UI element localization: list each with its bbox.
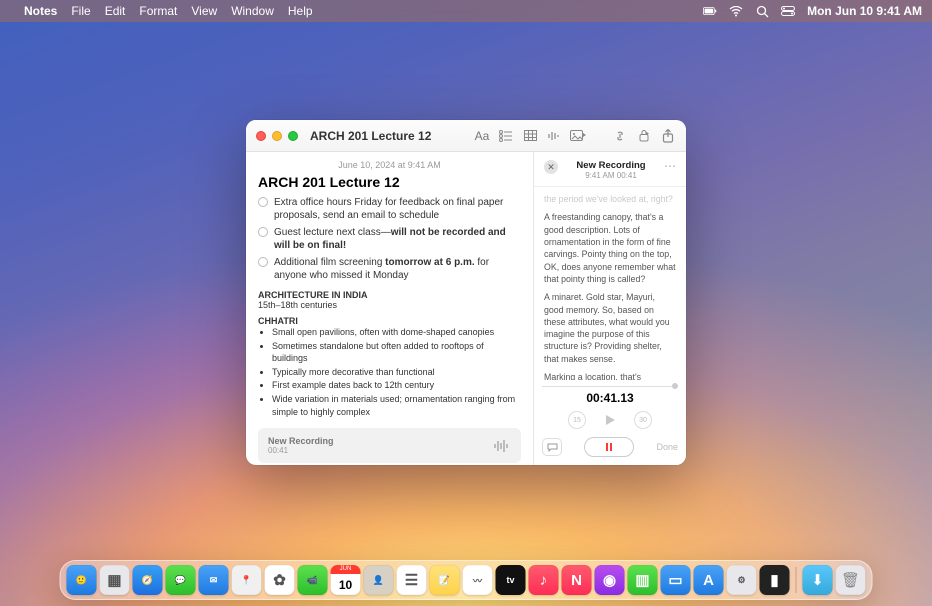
checkbox[interactable] [258, 227, 268, 237]
checklist-icon[interactable] [498, 128, 514, 144]
checklist-item-text: Guest lecture next class—will not be rec… [274, 226, 521, 252]
wifi-icon[interactable] [729, 4, 743, 18]
dock-downloads[interactable]: ⬇︎ [803, 565, 833, 595]
dock-safari[interactable]: 🧭 [133, 565, 163, 595]
dock-tv[interactable]: tv [496, 565, 526, 595]
waveform-icon [493, 439, 511, 453]
play-button[interactable] [604, 414, 616, 426]
recording-meta: 9:41 AM 00:41 [564, 171, 658, 180]
done-button[interactable]: Done [656, 442, 678, 452]
attachment-name: New Recording [268, 436, 485, 446]
spotlight-icon[interactable] [755, 4, 769, 18]
recording-more-icon[interactable]: ⋯ [664, 160, 676, 172]
dock-numbers[interactable]: ▥ [628, 565, 658, 595]
window-close-button[interactable] [256, 131, 266, 141]
dock-contacts[interactable]: 👤 [364, 565, 394, 595]
pause-recording-button[interactable] [584, 437, 634, 457]
menu-edit[interactable]: Edit [105, 4, 126, 18]
bullet-item: Small open pavilions, often with dome-sh… [272, 326, 521, 339]
recording-name: New Recording [564, 160, 658, 171]
checklist-item-text: Additional film screening tomorrow at 6 … [274, 256, 521, 282]
bullet-item: First example dates back to 12th century [272, 379, 521, 392]
dock-facetime[interactable]: 📹 [298, 565, 328, 595]
notes-window: ARCH 201 Lecture 12 Aa [246, 120, 686, 465]
recording-close-button[interactable]: ✕ [544, 160, 558, 174]
dock-settings[interactable]: ⚙︎ [727, 565, 757, 595]
link-icon[interactable] [612, 128, 628, 144]
menubar-datetime[interactable]: Mon Jun 10 9:41 AM [807, 4, 922, 18]
checkbox[interactable] [258, 257, 268, 267]
recording-transcript[interactable]: the period we've looked at, right? A fre… [534, 187, 686, 380]
dock-maps[interactable]: 📍 [232, 565, 262, 595]
media-icon[interactable] [570, 128, 586, 144]
dock-photos[interactable]: ✿ [265, 565, 295, 595]
transcript-paragraph: Marking a location, that's interesting. … [544, 371, 676, 380]
dock-iphone-mirror[interactable]: ▮ [760, 565, 790, 595]
menu-help[interactable]: Help [288, 4, 313, 18]
bullet-item: Typically more decorative than functiona… [272, 366, 521, 379]
dock-reminders[interactable]: ☰ [397, 565, 427, 595]
note-title: ARCH 201 Lecture 12 [258, 174, 521, 190]
checkbox[interactable] [258, 197, 268, 207]
note-content-pane[interactable]: June 10, 2024 at 9:41 AM ARCH 201 Lectur… [246, 152, 534, 465]
bullet-item: Sometimes standalone but often added to … [272, 340, 521, 365]
dock-messages[interactable]: 💬 [166, 565, 196, 595]
dock-keynote[interactable]: ▭ [661, 565, 691, 595]
dock-music[interactable]: ♪ [529, 565, 559, 595]
checklist: Extra office hours Friday for feedback o… [258, 196, 521, 282]
control-center-icon[interactable] [781, 4, 795, 18]
window-minimize-button[interactable] [272, 131, 282, 141]
attachment-time: 00:41 [268, 446, 485, 455]
dock-finder[interactable]: 🙂 [67, 565, 97, 595]
audio-record-icon[interactable] [546, 128, 562, 144]
transcript-paragraph: A minaret. Gold star, Mayuri, good memor… [544, 291, 676, 365]
recording-pane: ✕ New Recording 9:41 AM 00:41 ⋯ the peri… [534, 152, 686, 465]
menu-view[interactable]: View [191, 4, 217, 18]
window-titlebar[interactable]: ARCH 201 Lecture 12 Aa [246, 120, 686, 152]
bullet-item: Wide variation in materials used; orname… [272, 393, 521, 418]
lock-icon[interactable] [636, 128, 652, 144]
window-title: ARCH 201 Lecture 12 [310, 129, 431, 143]
menu-window[interactable]: Window [231, 4, 274, 18]
menubar: Notes File Edit Format View Window Help … [0, 0, 932, 22]
menu-file[interactable]: File [71, 4, 90, 18]
dock-appstore[interactable]: A [694, 565, 724, 595]
recording-progress[interactable] [542, 386, 678, 387]
battery-icon[interactable] [703, 4, 717, 18]
dock: 🙂▦🧭💬✉︎📍✿📹JUN10👤☰📝〰︎tv♪N◉▥▭A⚙︎▮ ⬇︎🗑 [60, 560, 873, 600]
bullet-list: Small open pavilions, often with dome-sh… [258, 326, 521, 418]
transcript-toggle-icon[interactable] [542, 438, 562, 456]
share-icon[interactable] [660, 128, 676, 144]
window-traffic-lights [256, 131, 298, 141]
app-name-menu[interactable]: Notes [24, 4, 57, 18]
window-zoom-button[interactable] [288, 131, 298, 141]
transcript-faded-line: the period we've looked at, right? [544, 193, 676, 205]
dock-calendar[interactable]: JUN10 [331, 565, 361, 595]
note-date: June 10, 2024 at 9:41 AM [258, 160, 521, 170]
dock-news[interactable]: N [562, 565, 592, 595]
checklist-item-text: Extra office hours Friday for feedback o… [274, 196, 521, 222]
menu-format[interactable]: Format [139, 4, 177, 18]
format-text-icon[interactable]: Aa [474, 128, 490, 144]
table-icon[interactable] [522, 128, 538, 144]
section-subheading: 15th–18th centuries [258, 300, 521, 310]
sub-heading: CHHATRI [258, 316, 521, 326]
transcript-paragraph: A freestanding canopy, that's a good des… [544, 211, 676, 285]
dock-freeform[interactable]: 〰︎ [463, 565, 493, 595]
dock-notes[interactable]: 📝 [430, 565, 460, 595]
dock-launchpad[interactable]: ▦ [100, 565, 130, 595]
skip-back-button[interactable]: 15 [568, 411, 586, 429]
recording-attachment[interactable]: New Recording 00:41 [258, 428, 521, 463]
dock-trash[interactable]: 🗑 [836, 565, 866, 595]
skip-forward-button[interactable]: 30 [634, 411, 652, 429]
section-heading: ARCHITECTURE IN INDIA [258, 290, 521, 300]
recording-time: 00:41.13 [542, 391, 678, 405]
dock-podcasts[interactable]: ◉ [595, 565, 625, 595]
dock-mail[interactable]: ✉︎ [199, 565, 229, 595]
